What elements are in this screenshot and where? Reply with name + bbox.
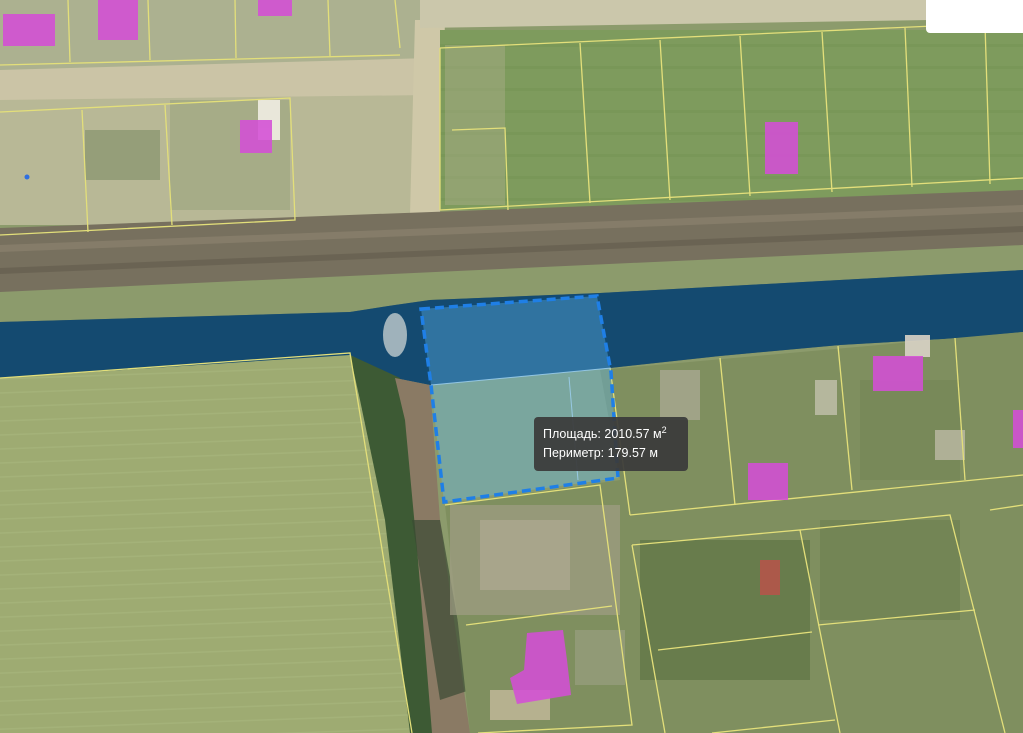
map-view[interactable]: Площадь: 2010.57 м2 Периметр: 179.57 м bbox=[0, 0, 1023, 733]
building-2[interactable] bbox=[98, 0, 138, 40]
satellite-map-canvas[interactable] bbox=[0, 0, 1023, 733]
building-5[interactable] bbox=[765, 122, 798, 174]
building-8[interactable] bbox=[748, 463, 788, 500]
building-6[interactable] bbox=[873, 356, 923, 391]
map-point-marker[interactable] bbox=[24, 174, 30, 180]
building-3[interactable] bbox=[258, 0, 292, 16]
area-label: Площадь: bbox=[543, 427, 601, 441]
perimeter-label: Периметр: bbox=[543, 446, 605, 460]
red-roof bbox=[760, 560, 780, 595]
perimeter-value: 179.57 м bbox=[607, 446, 658, 460]
area-unit-exponent: 2 bbox=[661, 425, 667, 435]
building-1[interactable] bbox=[3, 14, 55, 46]
area-value: 2010.57 м bbox=[604, 427, 662, 441]
measurement-tooltip: Площадь: 2010.57 м2 Периметр: 179.57 м bbox=[534, 417, 688, 471]
map-control-panel[interactable] bbox=[926, 0, 1023, 33]
selected-parcel-area[interactable] bbox=[421, 296, 618, 502]
area-row: Площадь: 2010.57 м2 bbox=[543, 425, 688, 444]
building-4[interactable] bbox=[240, 120, 272, 153]
perimeter-row: Периметр: 179.57 м bbox=[543, 444, 688, 463]
building-7[interactable] bbox=[1013, 410, 1023, 448]
